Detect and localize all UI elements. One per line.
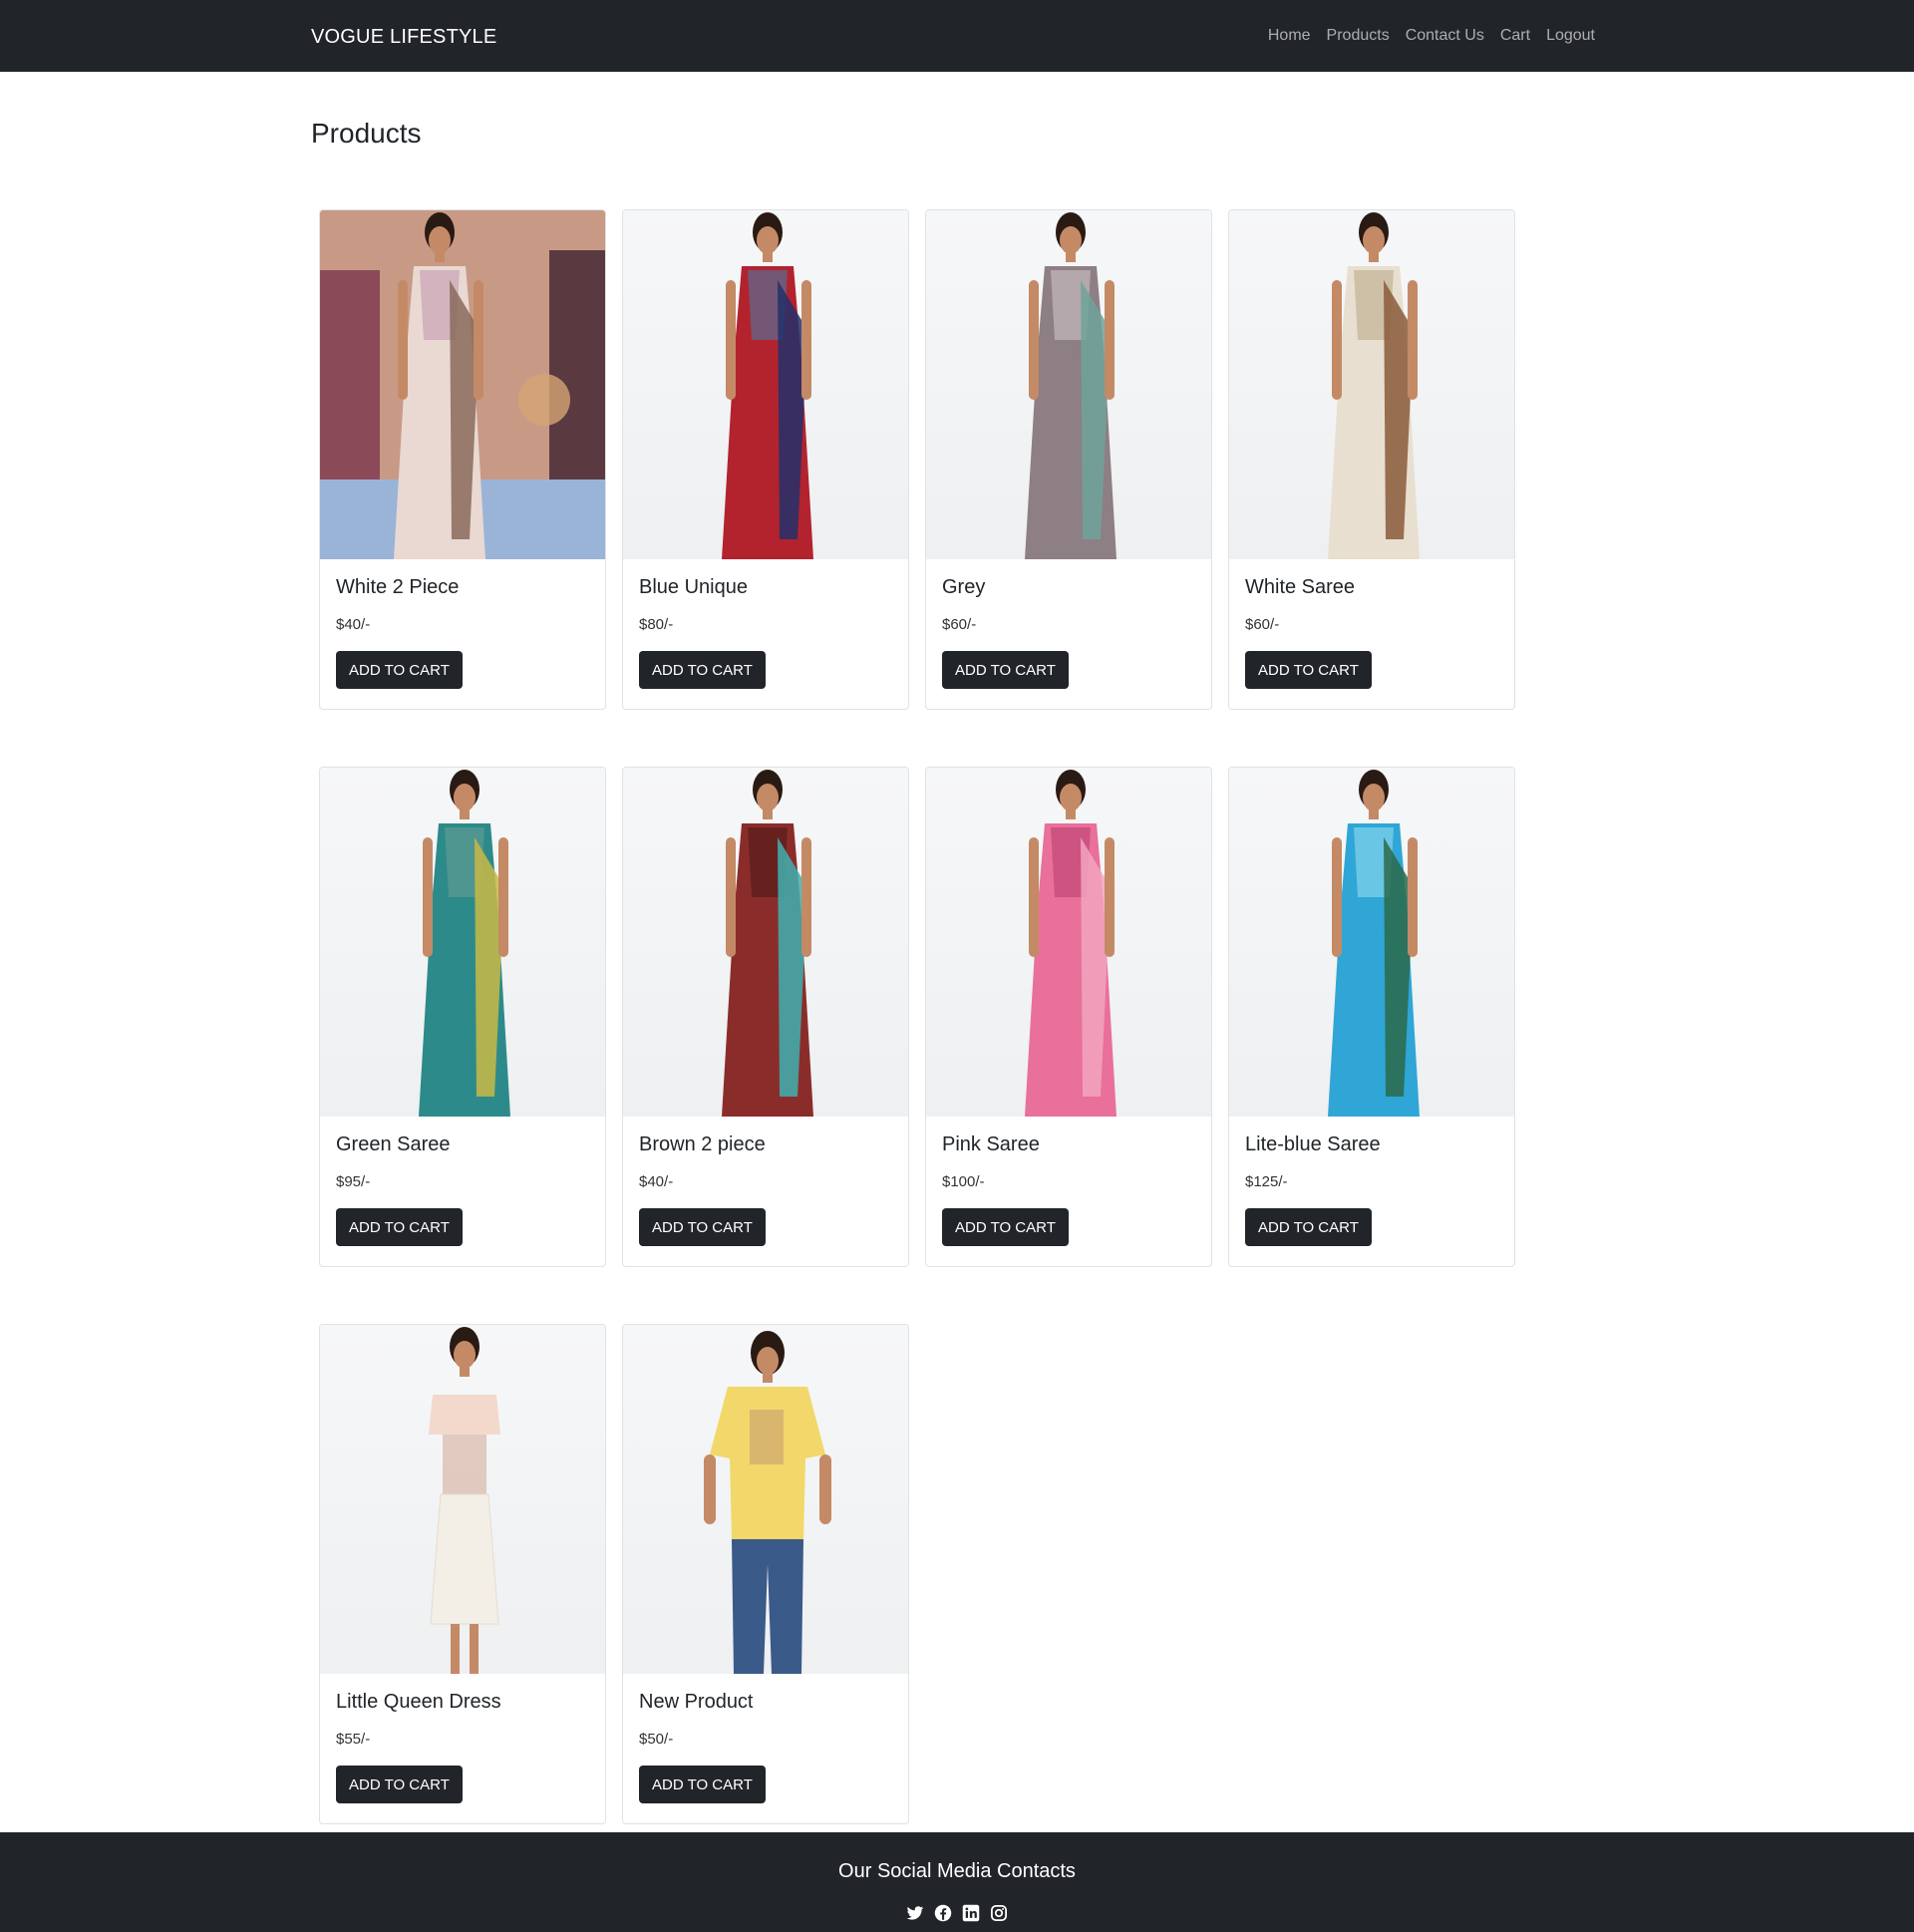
page-title: Products (311, 118, 422, 149)
product-image (320, 210, 605, 559)
footer: Our Social Media Contacts (0, 1832, 1914, 1932)
product-photo (722, 212, 813, 559)
product-price: $60/- (942, 616, 977, 633)
product-card: Pink Saree $100/- ADD TO CART (925, 767, 1212, 1267)
product-name: White Saree (1245, 576, 1356, 598)
add-to-cart-button[interactable]: ADD TO CART (336, 1766, 463, 1803)
product-price: $55/- (336, 1731, 371, 1748)
product-card: Green Saree $95/- ADD TO CART (319, 767, 606, 1267)
product-name: Brown 2 piece (639, 1133, 766, 1155)
product-price: $40/- (639, 1173, 674, 1190)
product-image (926, 768, 1211, 1117)
product-photo (1328, 212, 1420, 559)
product-name: Blue Unique (639, 576, 748, 598)
product-photo (722, 770, 813, 1117)
add-to-cart-button[interactable]: ADD TO CART (336, 1208, 463, 1246)
facebook-icon[interactable] (934, 1904, 952, 1922)
product-name: Little Queen Dress (336, 1691, 501, 1713)
linkedin-icon[interactable] (962, 1904, 980, 1922)
nav-links: Home Products Contact Us Cart Logout (1268, 0, 1595, 72)
product-price: $40/- (336, 616, 371, 633)
nav-link-logout[interactable]: Logout (1546, 27, 1595, 45)
product-image (1229, 768, 1514, 1117)
product-photo (419, 770, 510, 1117)
add-to-cart-button[interactable]: ADD TO CART (942, 1208, 1069, 1246)
product-name: Pink Saree (942, 1133, 1040, 1155)
product-photo (704, 1331, 831, 1674)
product-name: Green Saree (336, 1133, 451, 1155)
product-price: $100/- (942, 1173, 985, 1190)
product-name: Grey (942, 576, 986, 598)
product-card: Blue Unique $80/- ADD TO CART (622, 209, 909, 710)
product-photo (1328, 770, 1420, 1117)
add-to-cart-button[interactable]: ADD TO CART (336, 651, 463, 689)
social-links (0, 1904, 1914, 1922)
add-to-cart-button[interactable]: ADD TO CART (1245, 651, 1372, 689)
product-name: White 2 Piece (336, 576, 460, 598)
product-price: $80/- (639, 616, 674, 633)
product-price: $95/- (336, 1173, 371, 1190)
product-photo (1025, 770, 1116, 1117)
product-image (320, 768, 605, 1117)
product-name: New Product (639, 1691, 754, 1713)
product-name: Lite-blue Saree (1245, 1133, 1381, 1155)
add-to-cart-button[interactable]: ADD TO CART (1245, 1208, 1372, 1246)
product-card: White 2 Piece $40/- ADD TO CART (319, 209, 606, 710)
product-price: $125/- (1245, 1173, 1288, 1190)
product-card: Grey $60/- ADD TO CART (925, 209, 1212, 710)
product-photo (1025, 212, 1116, 559)
twitter-icon[interactable] (906, 1904, 924, 1922)
product-image (1229, 210, 1514, 559)
product-image (926, 210, 1211, 559)
nav-link-home[interactable]: Home (1268, 27, 1311, 45)
nav-link-contact-us[interactable]: Contact Us (1406, 27, 1484, 45)
product-card: Little Queen Dress $55/- ADD TO CART (319, 1324, 606, 1824)
add-to-cart-button[interactable]: ADD TO CART (639, 1208, 766, 1246)
product-photo (429, 1327, 500, 1674)
product-card: Lite-blue Saree $125/- ADD TO CART (1228, 767, 1515, 1267)
add-to-cart-button[interactable]: ADD TO CART (942, 651, 1069, 689)
instagram-icon[interactable] (990, 1904, 1008, 1922)
product-card: New Product $50/- ADD TO CART (622, 1324, 909, 1824)
product-photo (320, 210, 605, 559)
product-price: $50/- (639, 1731, 674, 1748)
product-price: $60/- (1245, 616, 1280, 633)
navbar: VOGUE LIFESTYLE Home Products Contact Us… (0, 0, 1914, 72)
product-card: Brown 2 piece $40/- ADD TO CART (622, 767, 909, 1267)
product-image (623, 210, 908, 559)
nav-link-products[interactable]: Products (1327, 27, 1390, 45)
add-to-cart-button[interactable]: ADD TO CART (639, 651, 766, 689)
product-image (623, 1325, 908, 1674)
product-image (623, 768, 908, 1117)
product-grid: White 2 Piece $40/- ADD TO CART Blue Uni… (319, 209, 1515, 1824)
nav-link-cart[interactable]: Cart (1500, 27, 1530, 45)
footer-title: Our Social Media Contacts (838, 1860, 1076, 1882)
product-card: White Saree $60/- ADD TO CART (1228, 209, 1515, 710)
add-to-cart-button[interactable]: ADD TO CART (639, 1766, 766, 1803)
brand-logo[interactable]: VOGUE LIFESTYLE (311, 0, 496, 72)
product-image (320, 1325, 605, 1674)
